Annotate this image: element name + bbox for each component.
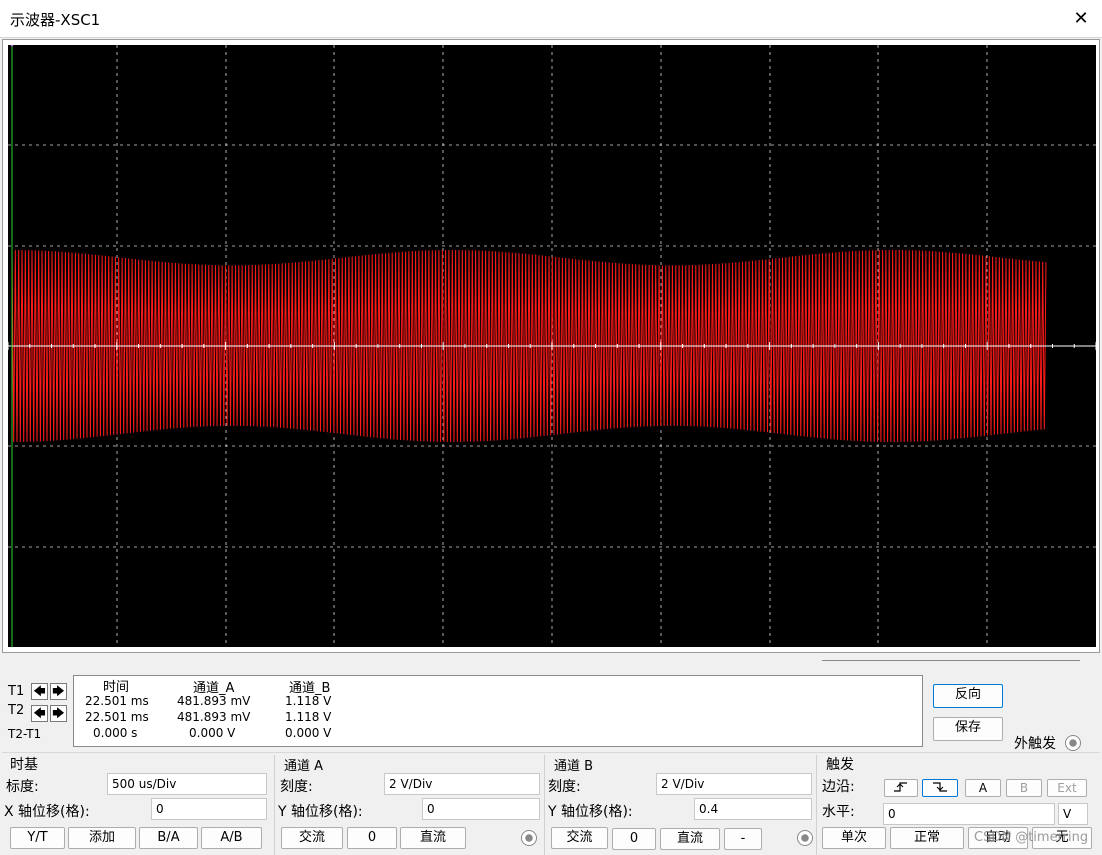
readout-t1-channel-a: 481.893 mV xyxy=(177,694,251,708)
window-title: 示波器-XSC1 xyxy=(10,11,101,29)
channel-b-ypos-label: Y 轴位移(格): xyxy=(548,804,633,820)
channel-b-ac-button[interactable]: 交流 xyxy=(551,827,608,849)
channel-b-title: 通道 B xyxy=(554,759,594,774)
timebase-scale-label: 标度: xyxy=(6,779,39,795)
readout-t1-channel-b: 1.118 V xyxy=(285,694,332,708)
channel-a-scale-field[interactable]: 2 V/Div xyxy=(384,773,540,795)
rising-edge-icon[interactable] xyxy=(884,779,918,797)
trigger-level-unit[interactable]: V xyxy=(1058,803,1088,825)
cursor-t2-label: T2 xyxy=(8,703,25,718)
reverse-button[interactable]: 反向 xyxy=(933,684,1003,708)
ext-trigger-terminal[interactable] xyxy=(1065,735,1081,751)
channel-a-zero-button[interactable]: 0 xyxy=(347,827,397,849)
readout-t2-channel-a: 481.893 mV xyxy=(177,710,251,724)
divider xyxy=(2,752,1100,753)
channel-a-ac-button[interactable]: 交流 xyxy=(281,827,343,849)
falling-edge-icon[interactable] xyxy=(922,779,958,797)
channel-b-scale-label: 刻度: xyxy=(548,779,581,795)
trigger-source-a-button[interactable]: A xyxy=(965,779,1001,797)
timebase-xpos-field[interactable]: 0 xyxy=(151,798,267,820)
scroll-track[interactable] xyxy=(822,660,1080,662)
channel-b-scale-field[interactable]: 2 V/Div xyxy=(656,773,812,795)
channel-a-title: 通道 A xyxy=(284,759,324,774)
cursor-t1-label: T1 xyxy=(8,684,25,699)
trigger-title: 触发 xyxy=(826,757,854,773)
channel-a-ypos-field[interactable]: 0 xyxy=(422,798,540,820)
timebase-xpos-label: X 轴位移(格): xyxy=(4,804,90,820)
separator xyxy=(274,755,275,855)
t2-right-arrow-icon[interactable]: 🡆 xyxy=(50,705,67,722)
trigger-source-b-button[interactable]: B xyxy=(1006,779,1042,797)
channel-b-ypos-field[interactable]: 0.4 xyxy=(694,798,812,820)
channel-a-ypos-label: Y 轴位移(格): xyxy=(278,804,363,820)
readout-diff-channel-b: 0.000 V xyxy=(285,726,332,740)
t1-right-arrow-icon[interactable]: 🡆 xyxy=(50,683,67,700)
separator xyxy=(544,755,545,855)
channel-b-minus-button[interactable]: - xyxy=(724,828,762,850)
trigger-source-ext-button[interactable]: Ext xyxy=(1047,779,1087,797)
add-button[interactable]: 添加 xyxy=(68,827,136,849)
watermark: CSDN @timerring xyxy=(974,830,1089,845)
close-icon[interactable]: ✕ xyxy=(1062,2,1100,36)
trigger-edge-label: 边沿: xyxy=(822,779,855,795)
trigger-level-label: 水平: xyxy=(822,804,855,820)
ba-button[interactable]: B/A xyxy=(139,827,198,849)
cursor-diff-label: T2-T1 xyxy=(8,727,42,741)
t2-left-arrow-icon[interactable]: 🡄 xyxy=(31,705,48,722)
separator xyxy=(816,755,817,855)
readout-t2-time: 22.501 ms xyxy=(85,710,149,724)
channel-a-dc-button[interactable]: 直流 xyxy=(400,827,466,849)
ab-button[interactable]: A/B xyxy=(201,827,262,849)
readout-diff-time: 0.000 s xyxy=(93,726,138,740)
channel-b-dc-button[interactable]: 直流 xyxy=(660,828,720,850)
t1-left-arrow-icon[interactable]: 🡄 xyxy=(31,683,48,700)
timebase-title: 时基 xyxy=(10,757,38,773)
channel-a-terminal[interactable] xyxy=(521,830,537,846)
normal-mode-button[interactable]: 正常 xyxy=(890,827,964,849)
timebase-scale-field[interactable]: 500 us/Div xyxy=(107,773,267,795)
yt-button[interactable]: Y/T xyxy=(10,827,65,849)
trigger-level-field[interactable]: 0 xyxy=(883,803,1055,825)
channel-b-zero-button[interactable]: 0 xyxy=(612,828,656,850)
channel-a-scale-label: 刻度: xyxy=(280,779,313,795)
readout-t2-channel-b: 1.118 V xyxy=(285,710,332,724)
readout-t1-time: 22.501 ms xyxy=(85,694,149,708)
readout-header-time: 时间 xyxy=(103,680,130,695)
save-button[interactable]: 保存 xyxy=(933,717,1003,741)
ext-trigger-label: 外触发 xyxy=(1014,736,1056,752)
channel-b-terminal[interactable] xyxy=(797,830,813,846)
title-bar xyxy=(0,0,1102,38)
single-mode-button[interactable]: 单次 xyxy=(822,827,886,849)
scope-display[interactable] xyxy=(8,45,1096,647)
readout-diff-channel-a: 0.000 V xyxy=(189,726,236,740)
